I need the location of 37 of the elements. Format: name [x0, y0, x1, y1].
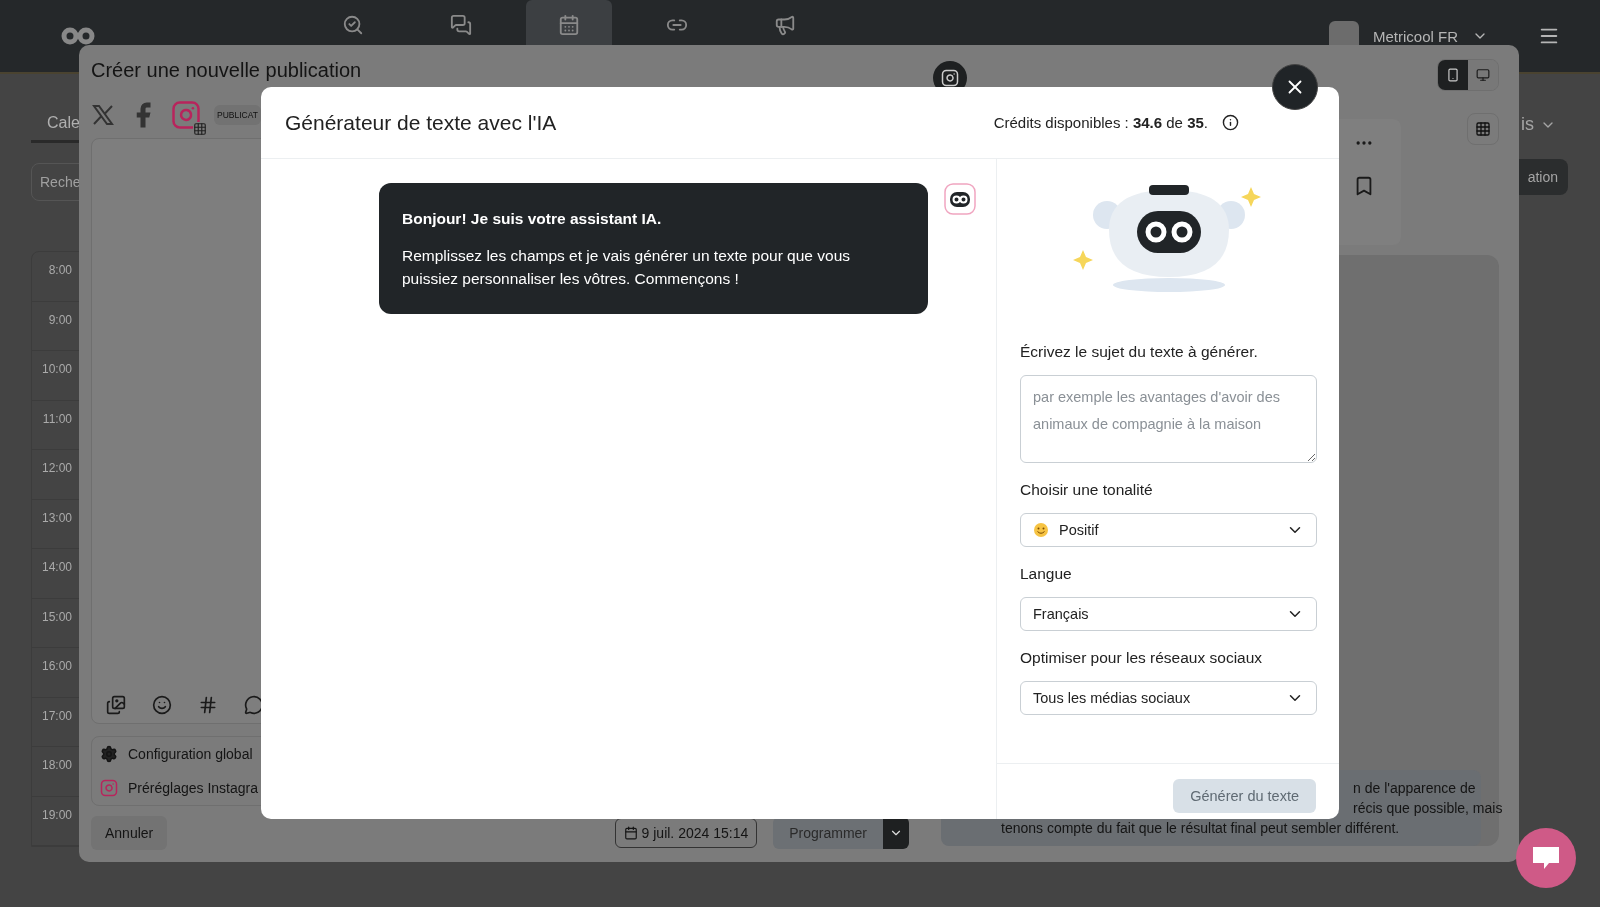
date-text: 9 juil. 2024 15:14	[641, 825, 749, 841]
settings-row[interactable]: Configuration global	[92, 737, 908, 771]
select-field[interactable]: Positif	[1020, 513, 1317, 547]
settings-label: Préréglages Instagra	[128, 780, 258, 796]
select-field[interactable]: Français	[1020, 597, 1317, 631]
subject-field[interactable]: par exemple les avantages d'avoir des animaux de compagnie à la maison	[1020, 375, 1317, 463]
account-name[interactable]: Metricool FR	[1373, 27, 1458, 45]
field-label: Écrivez le sujet du texte à générer.	[1020, 343, 1259, 361]
field-label: Langue	[1020, 565, 1073, 583]
view-dropdown[interactable]: is	[1521, 114, 1534, 135]
time-label: 18:00	[40, 758, 72, 772]
note-text: tenons compte du fait que le résultat final peut sembler différent.	[1001, 819, 1400, 838]
field-label: Choisir une tonalité	[1020, 481, 1154, 499]
settings-row[interactable]: Préréglages Instagra	[92, 771, 908, 805]
time-label: 9:00	[47, 312, 72, 327]
time-label: 14:00	[40, 560, 72, 574]
message-title: Bonjour! Je suis votre assistant IA.	[402, 209, 663, 229]
cancel-button[interactable]: Annuler	[91, 816, 168, 850]
schedule-button[interactable]: Programmer	[773, 817, 883, 849]
time-label: 13:00	[40, 510, 72, 525]
credits-text: Crédits disponibles : 34.6 de 35.	[993, 114, 1208, 131]
time-label: 11:00	[41, 411, 72, 426]
settings-label: Configuration global	[128, 746, 253, 762]
time-label: 16:00	[40, 659, 72, 673]
time-label: 8:00	[47, 263, 72, 277]
post-type-chip[interactable]: PUBLICAT	[214, 105, 261, 125]
time-label: 17:00	[40, 708, 72, 723]
time-label: 15:00	[40, 609, 72, 624]
dialog-title: Générateur de texte avec l'IA	[285, 110, 557, 135]
field-label: Optimiser pour les réseaux sociaux	[1020, 649, 1264, 667]
note-text: n de l'apparence de	[1353, 779, 1476, 798]
message-text: Remplissez les champs et je vais générer un texte pour que vous puissiez personnaliser les vôtres. Commençons !	[402, 246, 851, 289]
select-field[interactable]: Tous les médias sociaux	[1020, 681, 1317, 715]
note-text: récis que possible, mais	[1353, 799, 1503, 818]
time-label: 19:00	[40, 807, 72, 822]
time-label: 12:00	[40, 461, 72, 475]
time-label: 10:00	[40, 362, 72, 376]
